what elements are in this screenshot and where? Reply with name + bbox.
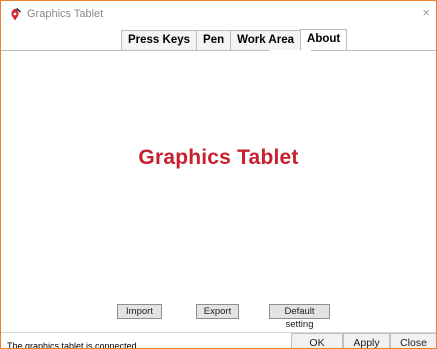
brand-logo-text: Graphics Tablet xyxy=(138,146,299,169)
import-button[interactable]: Import xyxy=(117,304,162,319)
pen-nib-icon xyxy=(9,7,22,21)
default-setting-button[interactable]: Default setting xyxy=(269,304,330,330)
about-panel: Graphics Tablet xyxy=(1,51,436,317)
apply-button[interactable]: Apply xyxy=(343,333,390,348)
window-title: Graphics Tablet xyxy=(27,8,104,20)
tab-work-area[interactable]: Work Area xyxy=(230,30,302,50)
tab-strip: Press Keys Pen Work Area About xyxy=(121,29,348,50)
title-bar: Graphics Tablet × xyxy=(1,1,436,27)
close-button[interactable]: Close xyxy=(390,333,436,348)
footer-bar: The graphics tablet is connected OK Appl… xyxy=(1,332,436,349)
connection-status: The graphics tablet is connected xyxy=(7,341,137,349)
app-window: Graphics Tablet × Press Keys Pen Work Ar… xyxy=(0,0,437,349)
export-button[interactable]: Export xyxy=(196,304,239,319)
ok-button[interactable]: OK xyxy=(291,333,343,348)
tab-press-keys[interactable]: Press Keys xyxy=(121,30,198,50)
close-icon[interactable]: × xyxy=(422,6,430,20)
tab-pen[interactable]: Pen xyxy=(196,30,232,50)
tab-about[interactable]: About xyxy=(300,29,348,50)
